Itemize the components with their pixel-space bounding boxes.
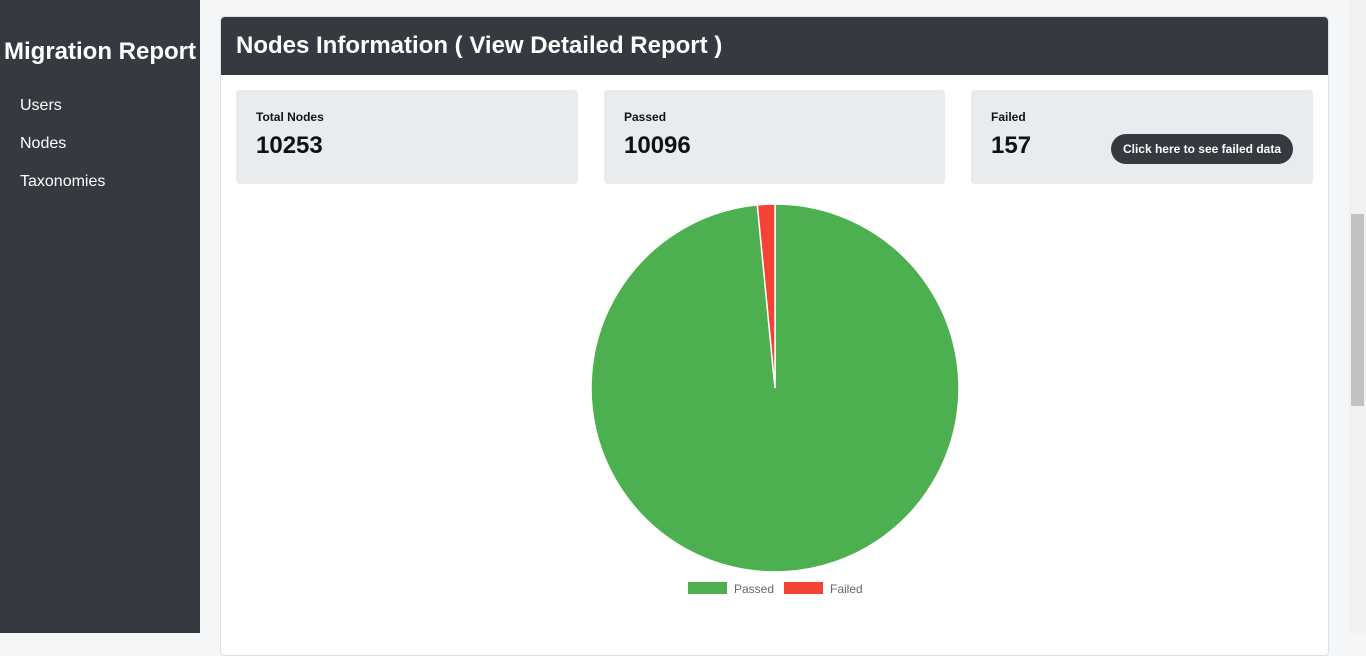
legend-swatch-failed[interactable] (784, 582, 823, 594)
legend-label-failed[interactable]: Failed (830, 582, 863, 596)
sidebar-item-users[interactable]: Users (20, 97, 62, 115)
vertical-scrollbar[interactable] (1349, 0, 1366, 633)
nodes-pie-chart: Passed Failed (590, 203, 960, 596)
legend-label-passed[interactable]: Passed (734, 582, 774, 596)
sidebar: Migration Report Users Nodes Taxonomies (0, 0, 200, 633)
app-title: Migration Report (4, 38, 196, 65)
sidebar-item-nodes[interactable]: Nodes (20, 135, 66, 153)
scrollbar-thumb[interactable] (1351, 214, 1364, 406)
legend-swatch-passed[interactable] (688, 582, 727, 594)
nodes-card: Nodes Information ( View Detailed Report… (220, 16, 1329, 656)
sidebar-item-taxonomies[interactable]: Taxonomies (20, 173, 105, 191)
